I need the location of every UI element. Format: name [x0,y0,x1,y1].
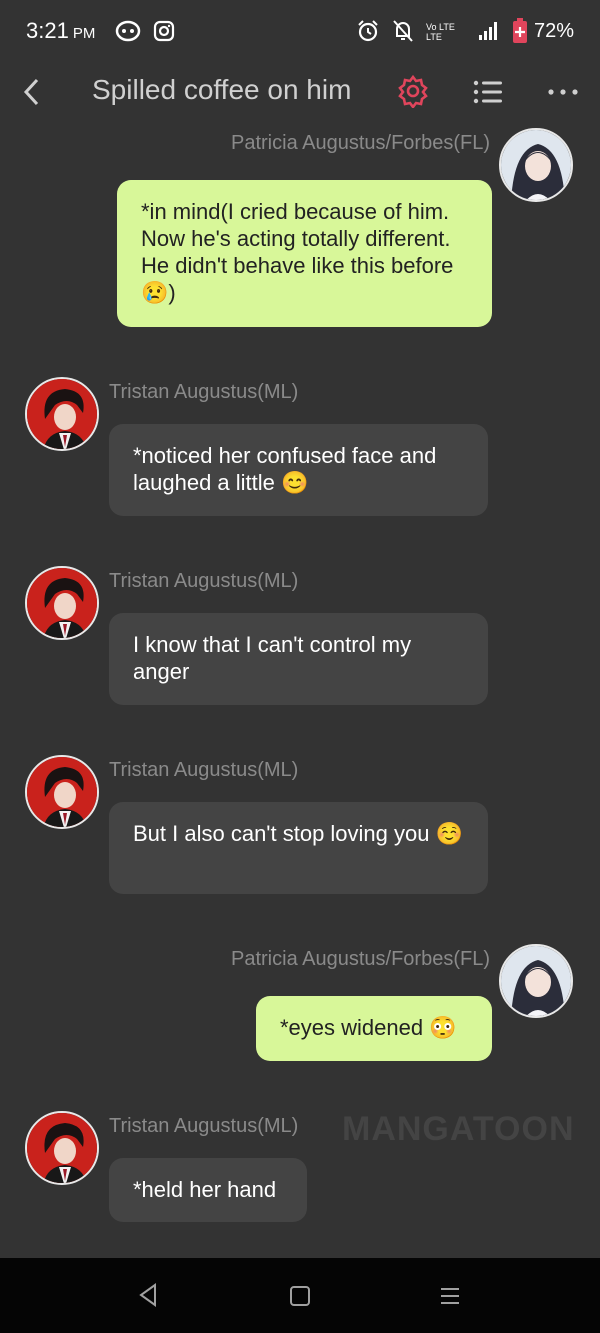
chevron-left-icon [23,78,39,106]
avatar-patricia[interactable] [499,944,573,1018]
battery-icon [512,18,527,43]
avatar-tristan[interactable] [25,377,99,451]
male-portrait-icon [27,379,97,449]
female-portrait-icon [501,946,571,1016]
male-portrait-icon [27,568,97,638]
square-home-icon [290,1286,310,1306]
message-bubble-incoming[interactable]: *noticed her confused face and laughed a… [109,424,488,516]
status-bar: 3:21 PM Vo LTE LTE 72% [0,0,600,62]
sender-name: Patricia Augustus/Forbes(FL) [231,132,490,154]
volte-icon: Vo LTELTE [426,22,455,42]
message-bubble-incoming[interactable]: But I also can't stop loving you ☺️ [109,802,488,894]
signal-icon [478,22,497,40]
more-dots-icon [548,89,578,95]
male-portrait-icon [27,1113,97,1183]
male-portrait-icon [27,757,97,827]
menu-lines-icon [441,1288,459,1304]
svg-text:Vo LTE: Vo LTE [426,22,455,32]
sender-name: Tristan Augustus(ML) [109,381,299,403]
system-nav-bar [0,1258,600,1333]
chat-bubble-icon [116,20,141,42]
message-bubble-incoming[interactable]: *held her hand [109,1158,307,1222]
nav-back-button[interactable] [136,1282,160,1313]
status-time: 3:21 PM [26,18,95,44]
sender-name: Tristan Augustus(ML) [109,759,299,781]
message-bubble-outgoing[interactable]: *eyes widened 😳 [256,996,492,1061]
gear-icon [398,74,428,110]
alarm-icon [358,20,378,42]
time-value: 3:21 [26,18,69,43]
time-ampm: PM [72,25,96,42]
more-button[interactable] [546,76,580,108]
back-button[interactable] [16,72,46,112]
svg-text:LTE: LTE [426,32,442,42]
nav-recents-button[interactable] [438,1284,462,1313]
female-portrait-icon [501,130,571,200]
avatar-tristan[interactable] [25,755,99,829]
battery-percent: 72% [533,19,574,42]
page-title: Spilled coffee on him [92,74,352,105]
message-bubble-incoming[interactable]: I know that I can't control my anger [109,613,488,705]
triangle-back-icon [139,1283,156,1307]
nav-home-button[interactable] [288,1284,312,1313]
sender-name: Patricia Augustus/Forbes(FL) [231,948,490,970]
sender-name: Tristan Augustus(ML) [109,570,299,592]
avatar-patricia[interactable] [499,128,573,202]
list-icon [473,80,502,104]
list-button[interactable] [472,76,504,108]
settings-button[interactable] [396,74,430,110]
chat-header: Spilled coffee on him [0,62,600,122]
watermark: MANGATOON [342,1110,575,1148]
bell-off-icon [393,20,413,42]
sender-name: Tristan Augustus(ML) [109,1115,299,1137]
instagram-icon [154,20,175,42]
avatar-tristan[interactable] [25,566,99,640]
avatar-tristan[interactable] [25,1111,99,1185]
message-bubble-outgoing[interactable]: *in mind(I cried because of him. Now he'… [117,180,492,327]
